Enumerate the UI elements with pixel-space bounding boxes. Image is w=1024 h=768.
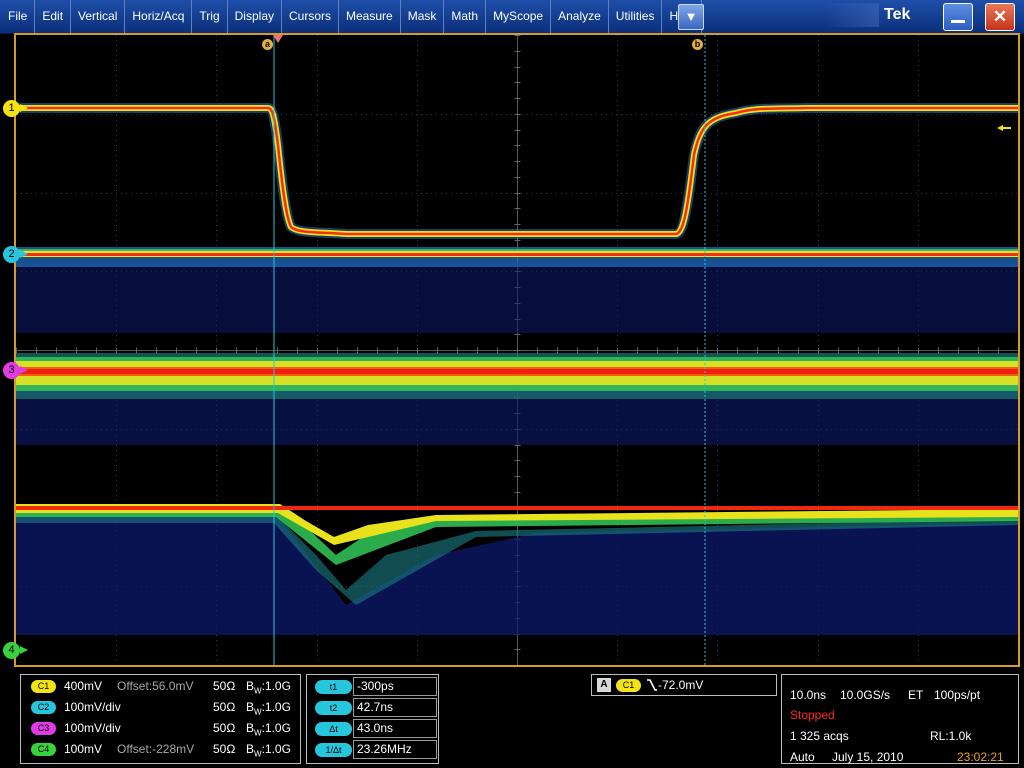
trigger-mode-value: Auto [790, 750, 815, 764]
trigger-channel-badge: C1 [616, 679, 641, 692]
cursor-a-marker[interactable]: a [262, 39, 273, 50]
menu-display[interactable]: Display [228, 0, 282, 33]
ch2-impedance: 50Ω [213, 700, 236, 714]
acq-mode-value: ET [908, 688, 924, 702]
ch4-readout[interactable]: C4 100mV Offset:-228mV 50Ω BW:1.0G [31, 742, 291, 760]
ch2-core [16, 253, 1018, 256]
cursor-freq-row[interactable]: 1/Δt 23.26MHz [315, 740, 439, 760]
menu-items: File Edit Vertical Horiz/Acq Trig Displa… [0, 0, 703, 33]
menu-bar: File Edit Vertical Horiz/Acq Trig Displa… [0, 0, 1024, 34]
ch2-ground-marker[interactable]: 2 [3, 246, 28, 263]
falling-edge-icon [647, 679, 657, 691]
ch3-scale: 100mV/div [64, 721, 121, 735]
resolution-value: 100ps/pt [934, 688, 981, 702]
menu-trig[interactable]: Trig [192, 0, 228, 33]
ch2-readout[interactable]: C2 100mV/div 50Ω BW:1.0G [31, 700, 291, 718]
tek-logo: Tek [823, 3, 911, 27]
menu-myscope[interactable]: MyScope [486, 0, 552, 33]
ch1-readout[interactable]: C1 400mV Offset:56.0mV 50Ω BW:1.0G [31, 679, 291, 697]
menu-math[interactable]: Math [444, 0, 487, 33]
ch3-core [16, 369, 1018, 374]
cursor-b-marker[interactable]: b [692, 39, 703, 50]
ch4-waveform [16, 504, 1018, 635]
ch3-ground-marker[interactable]: 3 [3, 362, 28, 379]
ch1-scale: 400mV [64, 679, 103, 693]
ch4-scale: 100mV [64, 742, 103, 756]
acquisition-readout-panel[interactable]: 10.0ns 10.0GS/s ET 100ps/pt Stopped 1 32… [781, 674, 1019, 764]
ch4-ground-marker[interactable]: 4 [3, 642, 28, 659]
ch3-readout[interactable]: C3 100mV/div 50Ω BW:1.0G [31, 721, 291, 739]
menu-file[interactable]: File [0, 0, 36, 33]
cursor-freq-label: 1/Δt [315, 743, 352, 757]
ch3-badge: C3 [31, 722, 56, 736]
ch4-impedance: 50Ω [213, 742, 236, 756]
ch1-ground-marker[interactable]: 1 [3, 100, 28, 117]
ch3-waveform [16, 353, 1018, 445]
ch1-impedance: 50Ω [213, 679, 236, 693]
trigger-position-marker[interactable] [273, 35, 283, 43]
cursor-delta-value: 43.0ns [353, 719, 437, 738]
menu-measure[interactable]: Measure [339, 0, 401, 33]
cursor-delta-row[interactable]: Δt 43.0ns [315, 719, 439, 739]
sample-rate-value: 10.0GS/s [840, 688, 891, 702]
ch1-bandwidth: BW:1.0G [246, 679, 291, 696]
channel-readout-panel[interactable]: C1 400mV Offset:56.0mV 50Ω BW:1.0G C2 100m… [20, 674, 301, 764]
cursor-readout-panel[interactable]: t1 -300ps t2 42.7ns Δt 43.0ns 1/Δt 23.26… [306, 674, 439, 764]
acq-state-status: Stopped [790, 708, 835, 722]
menu-analyze[interactable]: Analyze [551, 0, 609, 33]
ch2-bandwidth: BW:1.0G [246, 700, 291, 717]
minimize-icon [951, 20, 965, 23]
acq-count: 1 325 acqs [790, 729, 849, 743]
menu-horiz-acq[interactable]: Horiz/Acq [125, 0, 193, 33]
ch2-badge: C2 [31, 701, 56, 715]
cursor-t1-row[interactable]: t1 -300ps [315, 677, 439, 697]
cursor-freq-value: 23.26MHz [353, 740, 437, 759]
ch3-impedance: 50Ω [213, 721, 236, 735]
waveform-display[interactable] [16, 35, 1018, 665]
record-length-value: RL:1.0k [930, 729, 972, 743]
menu-dropdown-button[interactable]: ▼ [678, 4, 704, 30]
menu-utilities[interactable]: Utilities [609, 0, 663, 33]
menu-cursors[interactable]: Cursors [282, 0, 340, 33]
ch1-offset: Offset:56.0mV [117, 679, 194, 693]
readout-area: C1 400mV Offset:56.0mV 50Ω BW:1.0G C2 100m… [0, 668, 1024, 768]
trigger-readout-panel[interactable]: A C1 -72.0mV [591, 674, 777, 696]
ch2-waveform [16, 247, 1018, 333]
chevron-down-icon: ▼ [684, 9, 698, 24]
ch4-badge: C4 [31, 743, 56, 757]
close-button[interactable]: ✕ [985, 3, 1015, 31]
cursor-t2-value: 42.7ns [353, 698, 437, 717]
minimize-button[interactable] [943, 3, 973, 31]
cursor-t2-row[interactable]: t2 42.7ns [315, 698, 439, 718]
trigger-level-value: -72.0mV [658, 678, 704, 692]
close-icon: ✕ [992, 7, 1008, 26]
cursor-delta-label: Δt [315, 722, 352, 736]
ch3-bandwidth: BW:1.0G [246, 721, 291, 738]
cursor-t1-label: t1 [315, 680, 352, 694]
menu-mask[interactable]: Mask [401, 0, 445, 33]
trigger-source-letter: A [597, 678, 611, 692]
acq-date: July 15, 2010 [832, 750, 904, 764]
menu-edit[interactable]: Edit [35, 0, 72, 33]
menu-vertical[interactable]: Vertical [71, 0, 126, 33]
timebase-value: 10.0ns [790, 688, 827, 702]
cursor-t1-value: -300ps [353, 677, 437, 696]
ch1-badge: C1 [31, 680, 56, 694]
trigger-level-marker[interactable] [997, 125, 1011, 131]
ch2-noise-band [16, 263, 1018, 333]
ch4-offset: Offset:-228mV [117, 742, 195, 756]
ch4-bandwidth: BW:1.0G [246, 742, 291, 759]
acq-time: 23:02:21 [957, 750, 1004, 764]
ch4-core [16, 506, 1018, 510]
ch2-scale: 100mV/div [64, 700, 121, 714]
cursor-t2-label: t2 [315, 701, 352, 715]
